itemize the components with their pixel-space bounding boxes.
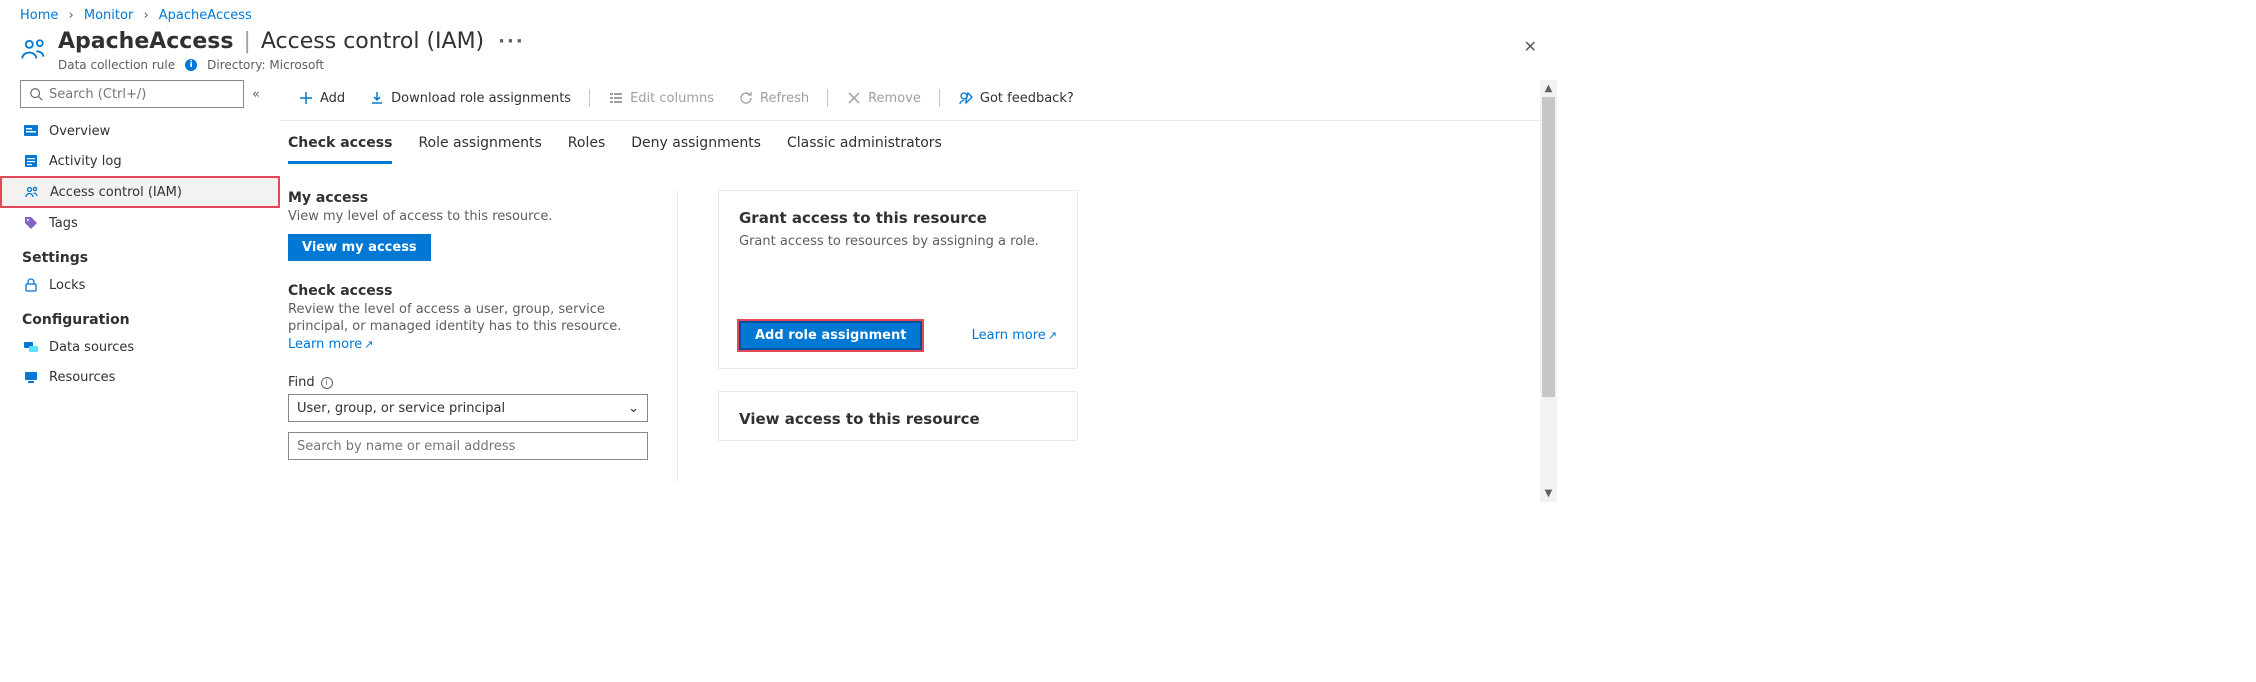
crumb-sep: ›: [69, 8, 74, 23]
page-title: ApacheAccess | Access control (IAM) ···: [58, 29, 525, 54]
tab-check-access[interactable]: Check access: [288, 135, 392, 164]
check-access-panel: My access View my level of access to thi…: [288, 190, 678, 482]
check-access-heading: Check access: [288, 283, 647, 299]
sidebar-item-label: Activity log: [49, 154, 122, 169]
tab-roles[interactable]: Roles: [568, 135, 605, 164]
grant-access-card: Grant access to this resource Grant acce…: [718, 190, 1078, 369]
view-access-heading: View access to this resource: [739, 410, 1057, 428]
columns-icon: [608, 90, 624, 106]
sidebar-item-overview[interactable]: Overview: [0, 116, 280, 146]
toolbar: Add Download role assignments Edit colum…: [280, 80, 1557, 121]
people-icon: [20, 35, 48, 63]
sidebar-item-label: Tags: [49, 216, 78, 231]
feedback-icon: [958, 90, 974, 106]
scroll-down-button[interactable]: ▼: [1540, 485, 1557, 502]
sidebar-item-tags[interactable]: Tags: [0, 208, 280, 238]
plus-icon: [298, 90, 314, 106]
my-access-desc: View my level of access to this resource…: [288, 208, 647, 226]
find-select[interactable]: User, group, or service principal ⌄: [288, 394, 648, 422]
check-access-desc: Review the level of access a user, group…: [288, 301, 647, 354]
info-icon[interactable]: i: [321, 377, 333, 389]
sidebar-item-locks[interactable]: Locks: [0, 270, 280, 300]
directory-label: Directory: Microsoft: [207, 58, 324, 72]
people-icon: [24, 184, 40, 200]
remove-button: Remove: [836, 86, 931, 110]
view-access-card: View access to this resource: [718, 391, 1078, 441]
refresh-icon: [738, 90, 754, 106]
sidebar-item-access-control[interactable]: Access control (IAM): [0, 176, 280, 208]
sidebar-section-config: Configuration: [0, 300, 280, 332]
chevron-down-icon: ⌄: [628, 401, 639, 416]
sidebar-item-label: Overview: [49, 124, 110, 139]
resource-type: Data collection rule: [58, 58, 175, 72]
scroll-up-button[interactable]: ▲: [1540, 80, 1557, 97]
cards-column: Grant access to this resource Grant acce…: [718, 190, 1078, 482]
scroll-thumb[interactable]: [1542, 97, 1555, 397]
external-link-icon: ↗: [364, 338, 373, 353]
sidebar: « Overview Activity log Access control (…: [0, 80, 280, 502]
separator: [589, 89, 590, 107]
breadcrumb: Home › Monitor › ApacheAccess: [0, 0, 1557, 27]
feedback-button[interactable]: Got feedback?: [948, 86, 1084, 110]
external-link-icon: ↗: [1048, 329, 1057, 342]
separator: [939, 89, 940, 107]
more-button[interactable]: ···: [498, 31, 525, 52]
sidebar-search-input[interactable]: [49, 87, 235, 102]
edit-columns-button: Edit columns: [598, 86, 724, 110]
search-principal-input[interactable]: [288, 432, 648, 460]
add-button[interactable]: Add: [288, 86, 355, 110]
my-access-heading: My access: [288, 190, 647, 206]
download-icon: [369, 90, 385, 106]
resources-icon: [23, 369, 39, 385]
scrollbar[interactable]: ▲ ▼: [1540, 80, 1557, 502]
search-icon: [29, 87, 43, 101]
activity-log-icon: [23, 153, 39, 169]
crumb-sep: ›: [143, 8, 148, 23]
sidebar-item-data-sources[interactable]: Data sources: [0, 332, 280, 362]
tab-classic-admins[interactable]: Classic administrators: [787, 135, 942, 164]
sidebar-search[interactable]: [20, 80, 244, 108]
crumb-apache[interactable]: ApacheAccess: [159, 8, 252, 23]
sidebar-item-label: Locks: [49, 278, 85, 293]
separator: [827, 89, 828, 107]
sidebar-item-label: Access control (IAM): [50, 185, 182, 200]
tabs: Check access Role assignments Roles Deny…: [280, 121, 1557, 164]
tag-icon: [23, 215, 39, 231]
data-sources-icon: [23, 339, 39, 355]
crumb-home[interactable]: Home: [20, 8, 58, 23]
lock-icon: [23, 277, 39, 293]
remove-icon: [846, 90, 862, 106]
find-label: Find i: [288, 375, 647, 390]
info-icon: i: [185, 59, 197, 71]
tab-role-assignments[interactable]: Role assignments: [418, 135, 541, 164]
learn-more-link[interactable]: Learn more ↗: [972, 328, 1057, 343]
grant-access-desc: Grant access to resources by assigning a…: [739, 233, 1057, 251]
main-content: Add Download role assignments Edit colum…: [280, 80, 1557, 502]
download-role-assignments-button[interactable]: Download role assignments: [359, 86, 581, 110]
grant-access-heading: Grant access to this resource: [739, 209, 1057, 227]
crumb-monitor[interactable]: Monitor: [84, 8, 133, 23]
add-role-assignment-button[interactable]: Add role assignment: [739, 321, 922, 350]
refresh-button: Refresh: [728, 86, 819, 110]
view-my-access-button[interactable]: View my access: [288, 234, 431, 261]
page-header: ApacheAccess | Access control (IAM) ··· …: [0, 27, 1557, 80]
sidebar-section-settings: Settings: [0, 238, 280, 270]
collapse-sidebar-button[interactable]: «: [252, 87, 260, 102]
sidebar-item-activity-log[interactable]: Activity log: [0, 146, 280, 176]
overview-icon: [23, 123, 39, 139]
sidebar-item-resources[interactable]: Resources: [0, 362, 280, 392]
learn-more-link[interactable]: Learn more ↗: [288, 337, 373, 352]
tab-deny-assignments[interactable]: Deny assignments: [631, 135, 761, 164]
close-button[interactable]: ✕: [1524, 37, 1537, 56]
sidebar-item-label: Resources: [49, 370, 115, 385]
sidebar-item-label: Data sources: [49, 340, 134, 355]
